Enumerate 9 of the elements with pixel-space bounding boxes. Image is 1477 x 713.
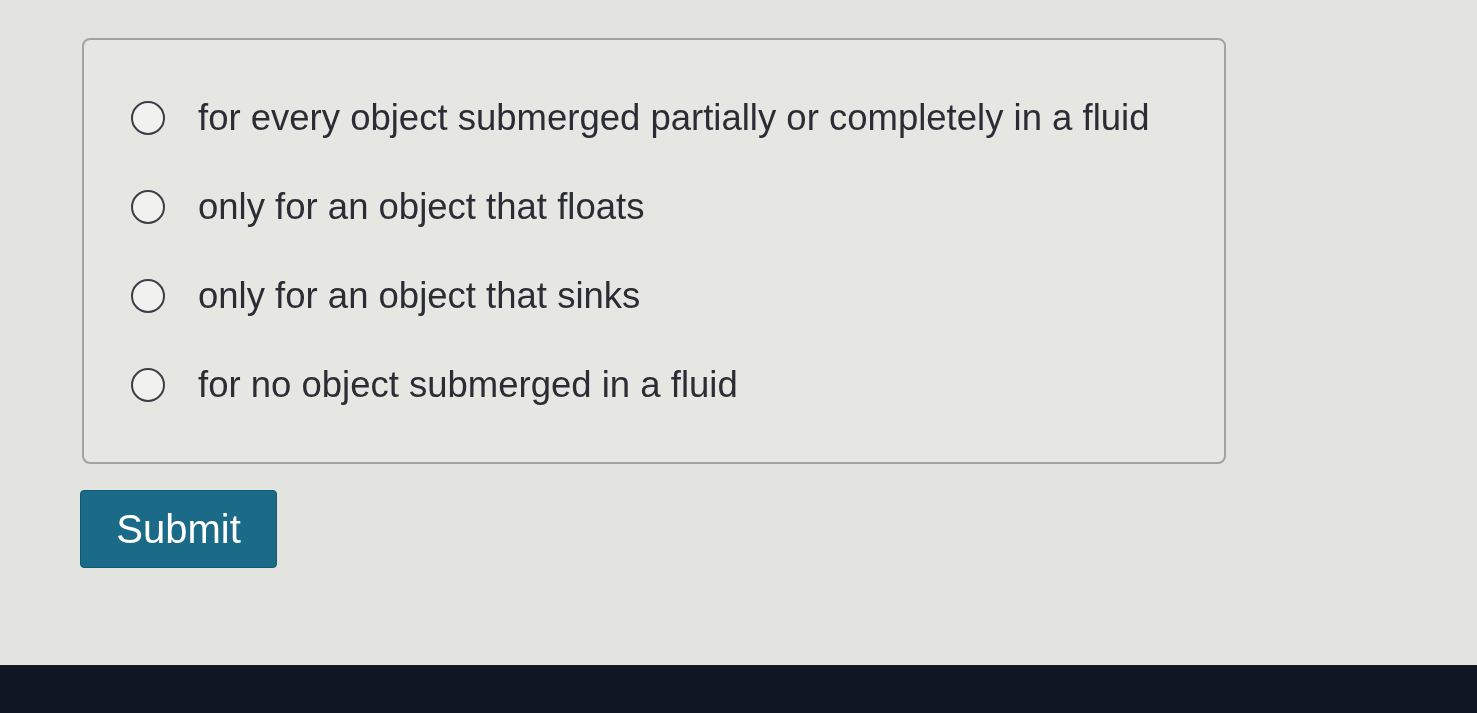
radio-button[interactable] [131,367,165,402]
radio-button[interactable] [131,100,165,135]
radio-button[interactable] [131,278,165,313]
submit-button[interactable]: Submit [80,490,277,568]
radio-button[interactable] [131,189,165,224]
option-label[interactable]: for no object submerged in a fluid [198,363,738,406]
option-label[interactable]: for every object submerged partially or completely in a fluid [198,96,1150,139]
option-label[interactable]: only for an object that sinks [198,274,641,317]
option-label[interactable]: only for an object that floats [198,185,645,228]
